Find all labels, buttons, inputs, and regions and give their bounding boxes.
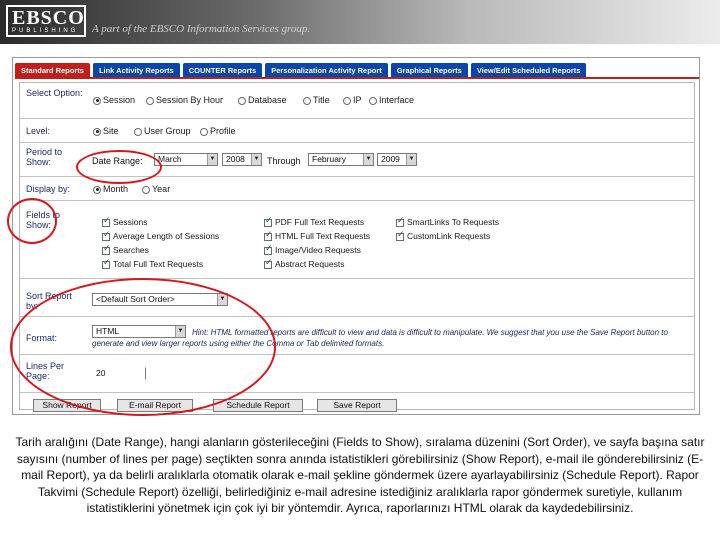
level-user-group[interactable]: User Group: [134, 126, 191, 136]
radio-icon: [93, 185, 101, 194]
option-title[interactable]: Title: [303, 95, 330, 105]
ebsco-logo: EBSCO PUBLISHING: [6, 5, 86, 37]
display-by-label: Display by:: [26, 184, 71, 194]
date-range-highlight: [76, 150, 162, 184]
checkbox-icon: [264, 216, 273, 227]
field-searches[interactable]: Searches: [102, 244, 149, 255]
chevron-down-icon: ▼: [363, 154, 373, 165]
level-label: Level:: [26, 126, 51, 136]
radio-icon: [238, 96, 246, 105]
radio-icon: [142, 185, 150, 194]
select-option-label: Select Option:: [26, 88, 83, 98]
from-year-select[interactable]: 2008 ▼: [222, 153, 262, 166]
chevron-down-icon: ▼: [207, 154, 217, 165]
radio-icon: [93, 127, 101, 136]
checkbox-icon: [396, 216, 405, 227]
tab-underline: [15, 77, 699, 79]
field-average-length[interactable]: Average Length of Sessions: [102, 230, 219, 241]
field-image-video[interactable]: Image/Video Requests: [264, 244, 361, 255]
period-label: Period to Show:: [26, 147, 63, 167]
field-total-full-text[interactable]: Total Full Text Requests: [102, 258, 203, 269]
caption-text: Tarih aralığını (Date Range), hangi alan…: [15, 435, 705, 516]
checkbox-icon: [264, 230, 273, 241]
to-month-select[interactable]: February ▼: [308, 153, 374, 166]
checkbox-icon: [264, 258, 273, 269]
header-tagline: A part of the EBSCO Information Services…: [92, 23, 311, 35]
level-row: Level: Site User Group Profile: [20, 119, 694, 143]
tab-scheduled-reports[interactable]: View/Edit Scheduled Reports: [470, 63, 587, 78]
checkbox-icon: [396, 230, 405, 241]
tab-personalization-activity-report[interactable]: Personalization Activity Report: [265, 63, 388, 78]
checkbox-icon: [102, 244, 111, 255]
field-customlink[interactable]: CustomLink Requests: [396, 230, 490, 241]
sort-format-highlight: [10, 278, 276, 416]
chevron-down-icon: ▼: [251, 154, 261, 165]
radio-icon: [134, 127, 142, 136]
option-interface[interactable]: Interface: [369, 95, 414, 105]
chevron-down-icon: ▼: [406, 154, 416, 165]
from-month-select[interactable]: March ▼: [154, 153, 218, 166]
header-banner: EBSCO PUBLISHING A part of the EBSCO Inf…: [0, 0, 720, 44]
report-tabs: Standard Reports Link Activity Reports C…: [15, 63, 587, 78]
fields-row: Fields to Show: Sessions PDF Full Text R…: [20, 201, 694, 279]
checkbox-icon: [102, 230, 111, 241]
checkbox-icon: [102, 216, 111, 227]
option-database[interactable]: Database: [238, 95, 287, 105]
tab-link-activity-reports[interactable]: Link Activity Reports: [92, 63, 180, 78]
field-html-full-text[interactable]: HTML Full Text Requests: [264, 230, 370, 241]
field-abstract[interactable]: Abstract Requests: [264, 258, 344, 269]
logo-subtext: PUBLISHING: [12, 28, 79, 34]
radio-icon: [146, 96, 154, 105]
checkbox-icon: [102, 258, 111, 269]
option-session[interactable]: Session: [93, 95, 135, 105]
through-label: Through: [267, 156, 301, 166]
select-option-row: Select Option: Session Session By Hour D…: [20, 83, 694, 119]
logo-text: EBSCO: [12, 7, 85, 29]
schedule-report-button[interactable]: Schedule Report: [213, 399, 303, 412]
radio-icon: [369, 96, 377, 105]
option-session-by-hour[interactable]: Session By Hour: [146, 95, 223, 105]
level-profile[interactable]: Profile: [200, 126, 236, 136]
to-year-select[interactable]: 2009 ▼: [377, 153, 417, 166]
tab-graphical-reports[interactable]: Graphical Reports: [390, 63, 468, 78]
display-month[interactable]: Month: [93, 184, 128, 194]
level-site[interactable]: Site: [93, 126, 119, 136]
radio-icon: [200, 127, 208, 136]
radio-icon: [303, 96, 311, 105]
field-sessions[interactable]: Sessions: [102, 216, 148, 227]
option-ip[interactable]: IP: [343, 95, 362, 105]
fields-highlight: [7, 198, 57, 244]
field-pdf-full-text[interactable]: PDF Full Text Requests: [264, 216, 364, 227]
radio-icon: [93, 96, 101, 105]
save-report-button[interactable]: Save Report: [317, 399, 397, 412]
display-year[interactable]: Year: [142, 184, 170, 194]
checkbox-icon: [264, 244, 273, 255]
radio-icon: [343, 96, 351, 105]
tab-standard-reports[interactable]: Standard Reports: [15, 63, 90, 78]
tab-counter-reports[interactable]: COUNTER Reports: [182, 63, 263, 78]
field-smartlinks[interactable]: SmartLinks To Requests: [396, 216, 499, 227]
